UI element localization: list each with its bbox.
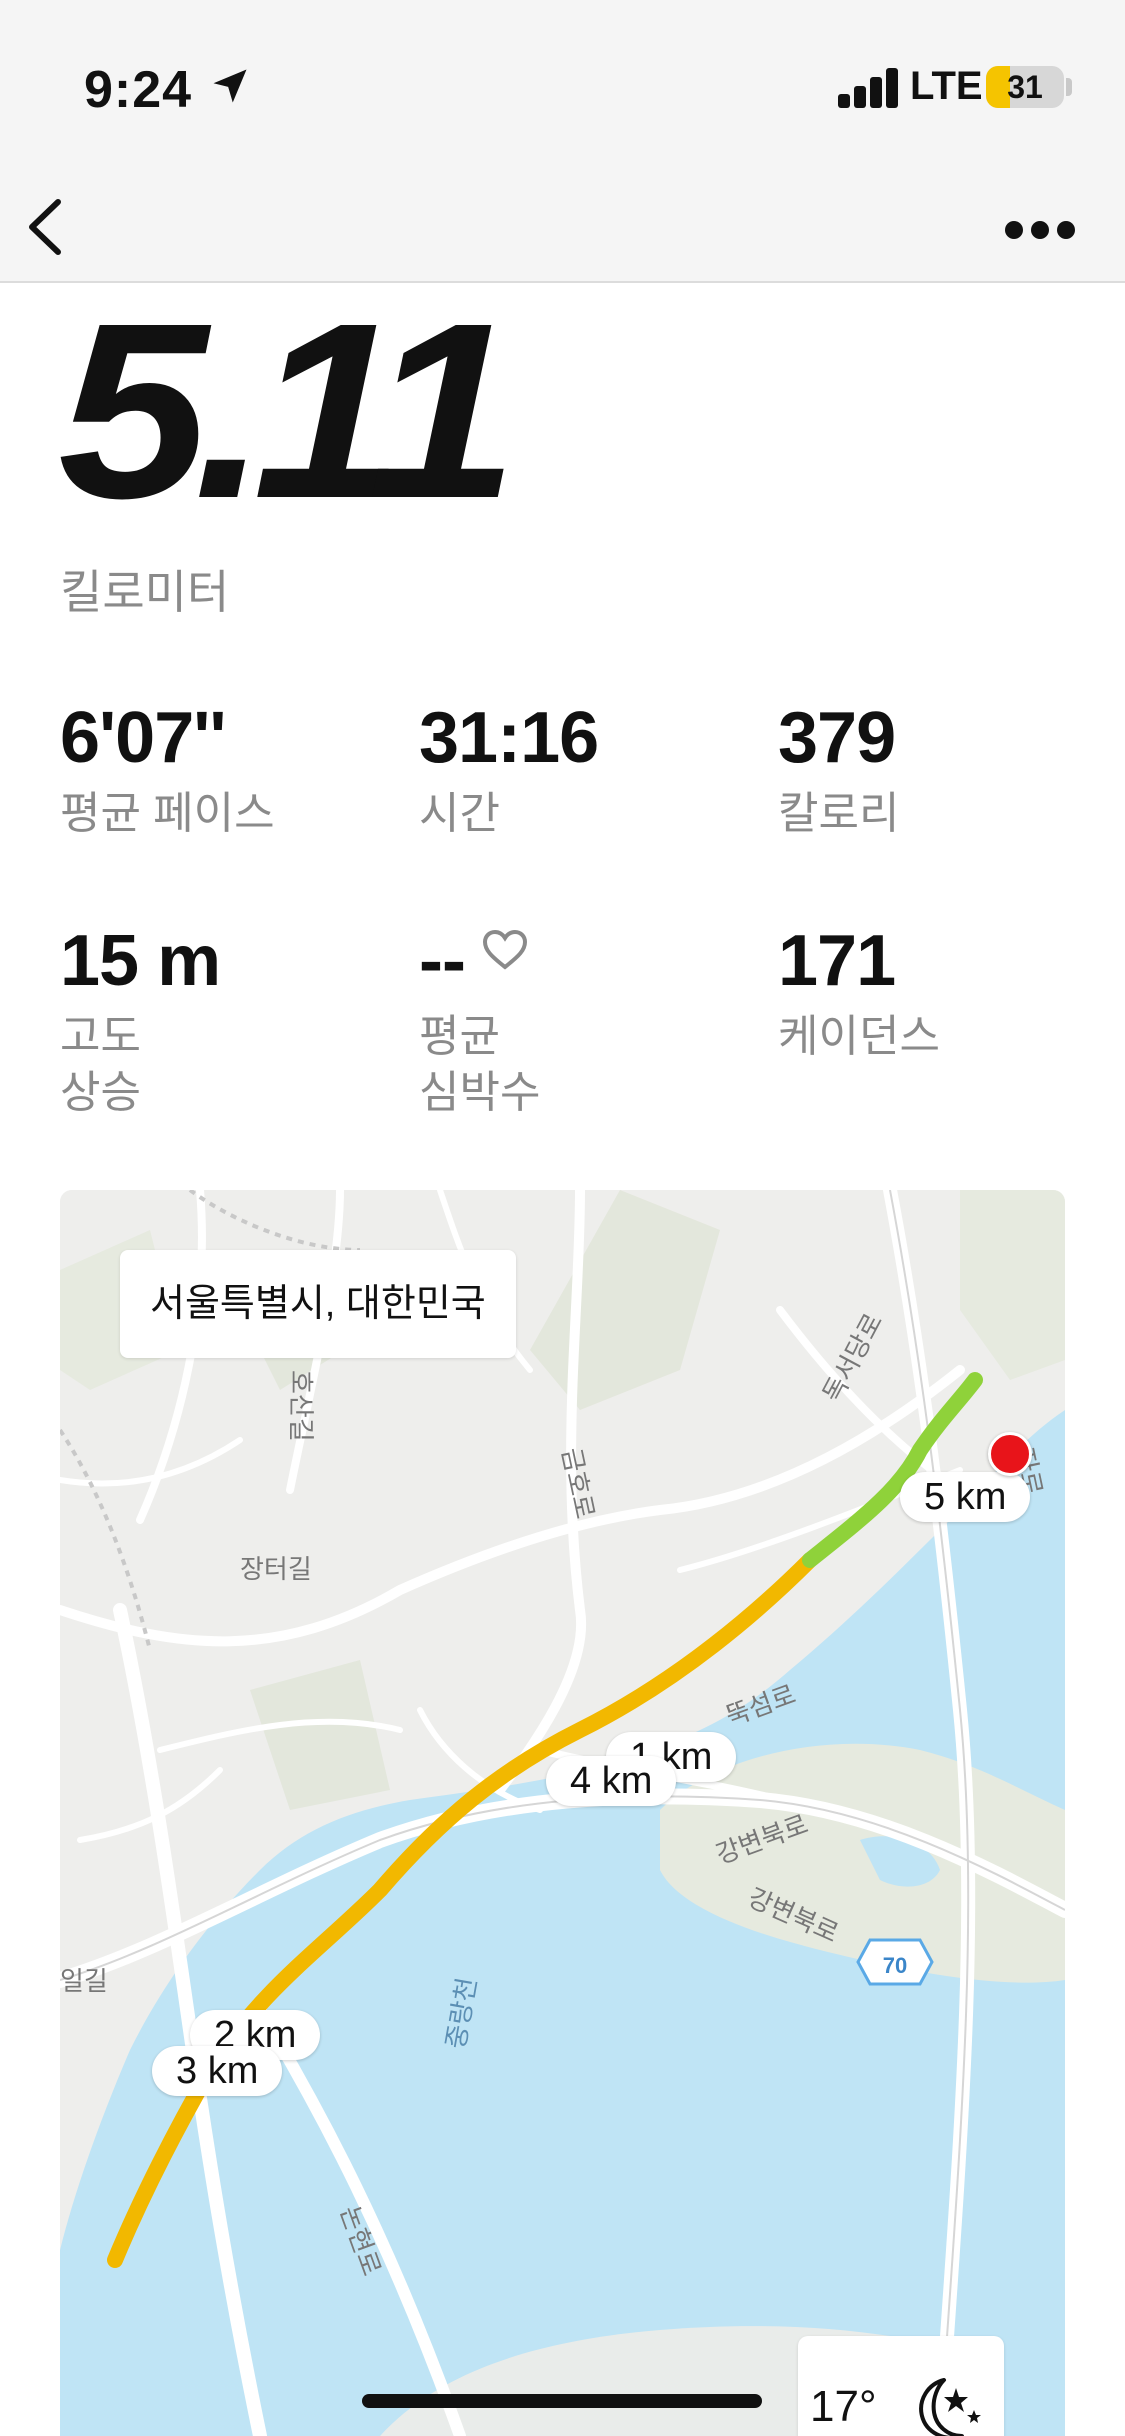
stat-elevation: 15 m 고도 상승: [60, 925, 390, 1121]
moon-stars-icon: [919, 2378, 981, 2436]
stat-calories: 379 칼로리: [778, 702, 1108, 842]
highway-shield: 70: [856, 1938, 934, 1986]
stat-value: --: [419, 925, 749, 997]
stat-label: 고도 상승: [60, 1012, 141, 1117]
road-label: 일길: [60, 1966, 108, 1996]
stat-label: 시간: [419, 789, 500, 838]
location-chip[interactable]: 서울특별시, 대한민국: [120, 1250, 516, 1358]
stat-label: 케이던스: [778, 1012, 940, 1061]
km-marker-3: 3 km: [152, 2046, 283, 2096]
nav-bar: [0, 170, 1125, 282]
battery-icon: 31: [986, 66, 1064, 108]
heart-rate-value: --: [419, 921, 466, 1001]
stat-heart-rate: -- 평균 심박수: [419, 925, 749, 1121]
battery-cap: [1066, 78, 1072, 96]
stat-value: 379: [778, 698, 896, 778]
stat-pace: 6'07'' 평균 페이스: [60, 702, 390, 842]
weather-chip: 17°: [798, 2336, 1004, 2436]
km-marker-5: 5 km: [900, 1472, 1031, 1522]
stat-cadence: 171 케이던스: [778, 925, 1108, 1065]
more-options-button[interactable]: [990, 192, 1090, 262]
road-label: 호산길: [286, 1370, 316, 1442]
stat-value: 15 m: [60, 921, 221, 1001]
network-label: LTE: [910, 64, 983, 108]
stat-value: 31:16: [419, 698, 599, 778]
map-canvas[interactable]: 70 장터길 금호로 독서당로 뚝섬로 강변북로 강변북로 중랑천 논현로 자로…: [60, 1190, 1065, 2436]
svg-text:70: 70: [883, 1953, 907, 1978]
distance-value: 5.11: [58, 271, 518, 550]
top-chrome: 9:24 LTE 31: [0, 0, 1125, 283]
battery-level: 31: [1007, 69, 1043, 105]
weather-temperature: 17°: [810, 2382, 877, 2431]
stat-label: 평균 심박수: [419, 1012, 541, 1117]
km-marker-4: 4 km: [546, 1756, 677, 1806]
heart-icon: [482, 929, 527, 970]
status-bar: 9:24 LTE 31: [0, 0, 1125, 170]
stat-value: 171: [778, 921, 896, 1001]
back-button[interactable]: [18, 182, 98, 272]
end-location-pin: [988, 1432, 1032, 1476]
stat-value: 6'07'': [60, 698, 227, 778]
stat-time: 31:16 시간: [419, 702, 749, 842]
chevron-left-icon: [29, 199, 61, 255]
home-indicator[interactable]: [362, 2394, 762, 2408]
location-arrow-icon: [213, 69, 247, 103]
signal-strength-icon: [838, 68, 900, 108]
stat-label: 칼로리: [778, 789, 900, 838]
route-map[interactable]: 70 장터길 금호로 독서당로 뚝섬로 강변북로 강변북로 중랑천 논현로 자로…: [60, 1190, 1065, 2436]
status-time: 9:24: [84, 61, 193, 119]
distance-unit: 킬로미터: [60, 566, 230, 618]
stat-label: 평균 페이스: [60, 789, 275, 838]
road-label: 장터길: [240, 1554, 312, 1584]
ellipsis-icon: [1005, 221, 1023, 239]
